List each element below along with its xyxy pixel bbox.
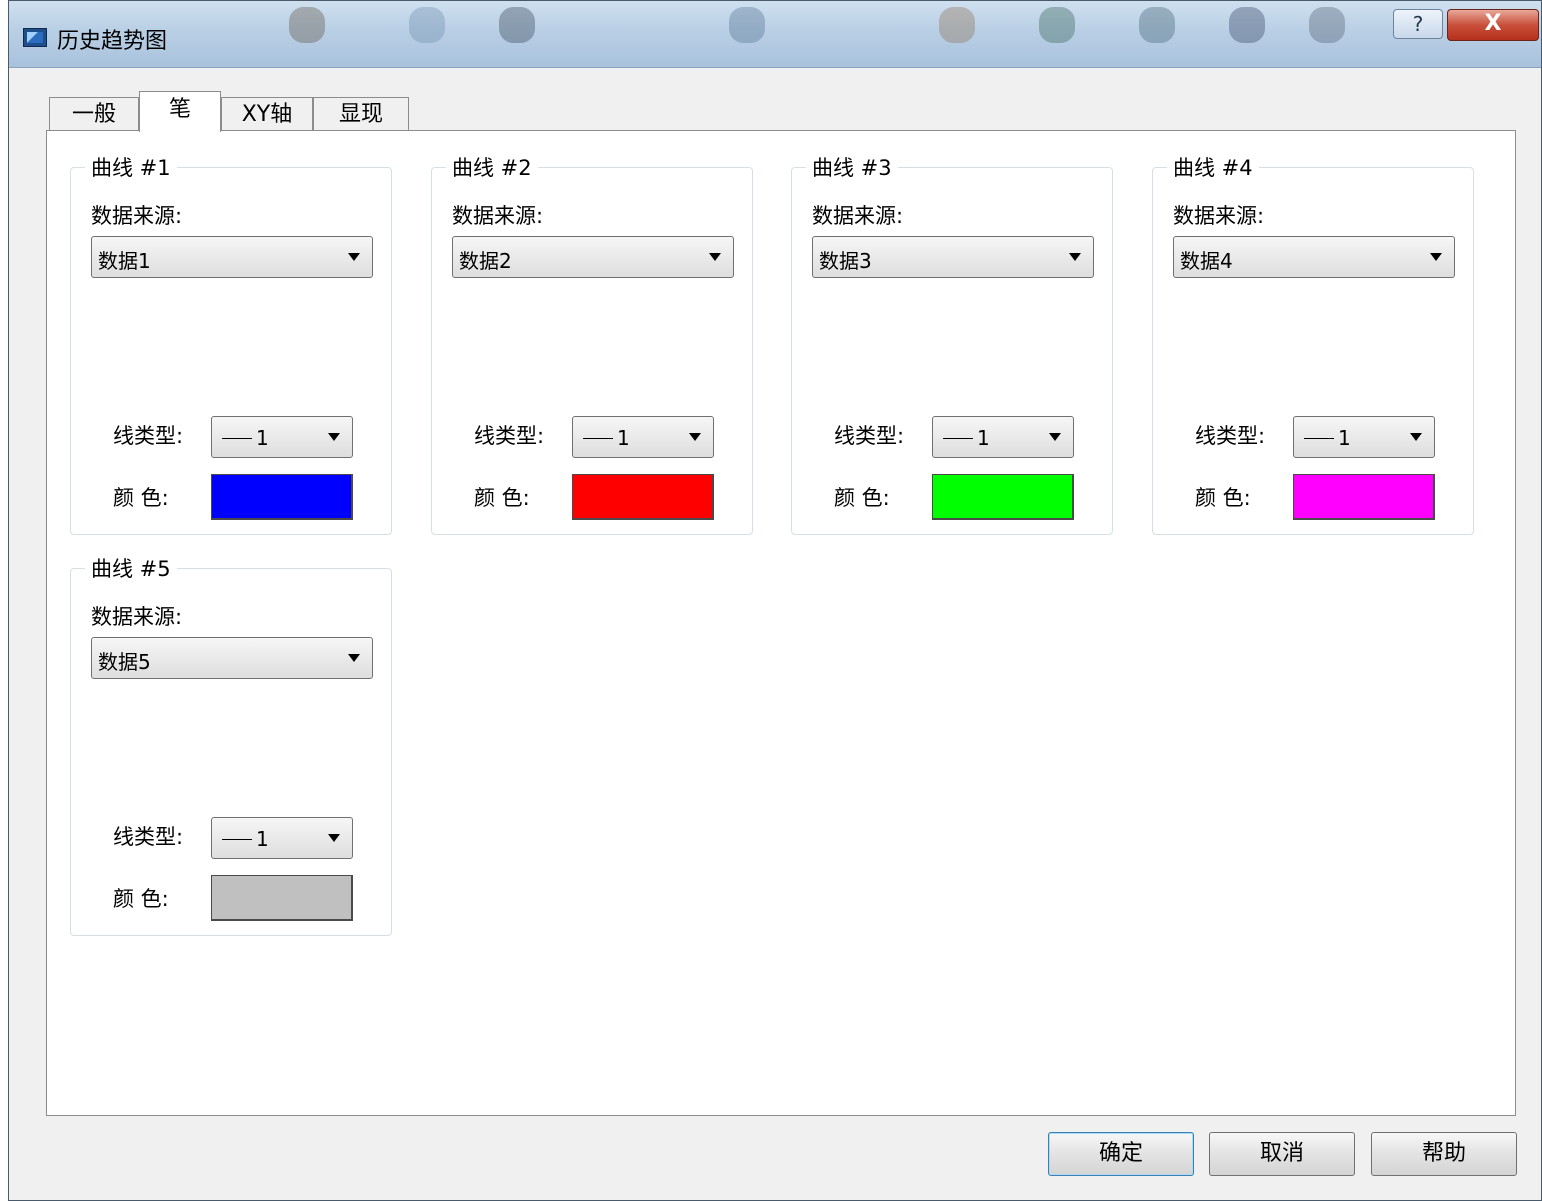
curve-title: 曲线 #2 [446,152,538,182]
line-type-select[interactable]: 1 [211,817,353,859]
data-source-select[interactable]: 数据3 [812,236,1094,278]
chevron-down-icon [1430,253,1442,261]
line-type-label: 线类型: [834,424,905,448]
close-button[interactable]: X [1447,9,1539,41]
line-type-value: 1 [977,426,990,450]
color-label: 颜 色: [1195,486,1251,510]
window-title: 历史趋势图 [57,29,168,54]
line-type-select[interactable]: 1 [572,416,714,458]
title-bar-decoration [499,7,535,43]
line-type-value: 1 [1338,426,1351,450]
color-label: 颜 色: [113,486,169,510]
data-source-select[interactable]: 数据5 [91,637,373,679]
title-bar-decoration [1309,7,1345,43]
chevron-down-icon [1410,433,1422,441]
line-type-value: 1 [617,426,630,450]
help-button[interactable]: 帮助 [1371,1132,1517,1176]
color-label: 颜 色: [113,887,169,911]
pen-tab-panel: 曲线 #1 数据来源: 数据1 线类型: 1 颜 色: 曲线 #2 数据来源: … [46,130,1516,1116]
cancel-button[interactable]: 取消 [1209,1132,1355,1176]
line-type-select[interactable]: 1 [932,416,1074,458]
curve-group-1: 曲线 #1 数据来源: 数据1 线类型: 1 颜 色: [70,152,392,535]
title-bar-decoration [289,7,325,43]
curve-title: 曲线 #5 [85,553,177,583]
chevron-down-icon [348,654,360,662]
chevron-down-icon [328,834,340,842]
chevron-down-icon [348,253,360,261]
curve-title: 曲线 #1 [85,152,177,182]
ok-button[interactable]: 确定 [1048,1132,1194,1176]
data-source-value: 数据3 [819,249,872,273]
line-sample-icon [583,438,613,439]
line-type-label: 线类型: [474,424,545,448]
data-source-value: 数据4 [1180,249,1233,273]
line-type-label: 线类型: [113,825,184,849]
title-bar-decoration [409,7,445,43]
chevron-down-icon [689,433,701,441]
color-swatch-button[interactable] [211,474,353,520]
line-type-select[interactable]: 1 [211,416,353,458]
curve-group-4: 曲线 #4 数据来源: 数据4 线类型: 1 颜 色: [1152,152,1474,535]
title-bar-decoration [729,7,765,43]
curve-group-2: 曲线 #2 数据来源: 数据2 线类型: 1 颜 色: [431,152,753,535]
line-type-value: 1 [256,426,269,450]
line-sample-icon [222,839,252,840]
curve-title: 曲线 #3 [806,152,898,182]
line-type-value: 1 [256,827,269,851]
line-sample-icon [1304,438,1334,439]
curve-group-3: 曲线 #3 数据来源: 数据3 线类型: 1 颜 色: [791,152,1113,535]
color-swatch-button[interactable] [572,474,714,520]
data-source-select[interactable]: 数据4 [1173,236,1455,278]
tab-display[interactable]: 显现 [313,97,409,131]
data-source-value: 数据1 [98,249,151,273]
color-label: 颜 色: [834,486,890,510]
title-bar-decoration [1139,7,1175,43]
line-sample-icon [943,438,973,439]
chevron-down-icon [328,433,340,441]
data-source-select[interactable]: 数据2 [452,236,734,278]
color-swatch-button[interactable] [932,474,1074,520]
tab-xy-axis[interactable]: XY轴 [221,97,313,131]
help-title-button[interactable]: ? [1393,9,1443,39]
data-source-value: 数据5 [98,650,151,674]
line-type-label: 线类型: [1195,424,1266,448]
curve-title: 曲线 #4 [1167,152,1259,182]
title-bar-decoration [1229,7,1265,43]
line-type-select[interactable]: 1 [1293,416,1435,458]
title-bar-decoration [939,7,975,43]
line-type-label: 线类型: [113,424,184,448]
history-trend-dialog: 历史趋势图 ? X 一般 笔 XY轴 显现 曲线 #1 数据来源: 数据1 线类… [8,0,1542,1201]
data-source-label: 数据来源: [1173,204,1265,228]
title-bar-decoration [1039,7,1075,43]
tab-general[interactable]: 一般 [49,97,139,131]
curve-group-5: 曲线 #5 数据来源: 数据5 线类型: 1 颜 色: [70,553,392,936]
trend-window-icon [23,28,47,47]
tab-pen[interactable]: 笔 [139,91,221,132]
color-swatch-button[interactable] [1293,474,1435,520]
data-source-label: 数据来源: [91,204,183,228]
data-source-select[interactable]: 数据1 [91,236,373,278]
line-sample-icon [222,438,252,439]
chevron-down-icon [1049,433,1061,441]
chevron-down-icon [709,253,721,261]
data-source-value: 数据2 [459,249,512,273]
data-source-label: 数据来源: [91,605,183,629]
data-source-label: 数据来源: [452,204,544,228]
title-bar: 历史趋势图 ? X [9,1,1541,68]
color-label: 颜 色: [474,486,530,510]
chevron-down-icon [1069,253,1081,261]
color-swatch-button[interactable] [211,875,353,921]
data-source-label: 数据来源: [812,204,904,228]
